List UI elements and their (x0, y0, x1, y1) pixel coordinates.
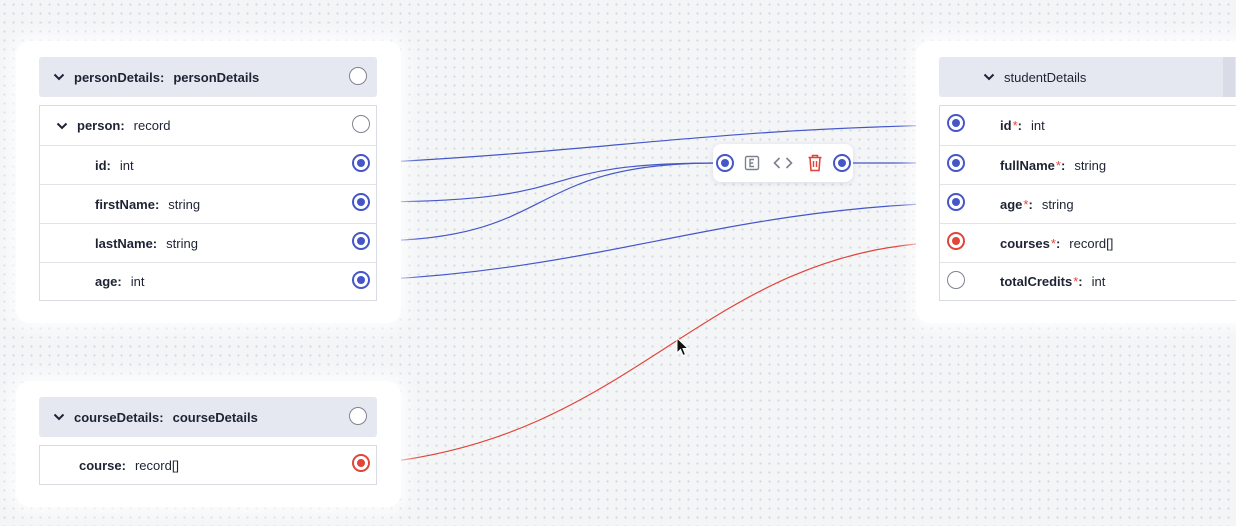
target-key-courses: courses (1000, 235, 1050, 251)
course-details-card: courseDetails: courseDetails course: rec… (16, 381, 401, 507)
target-port-id[interactable] (947, 114, 965, 132)
link-output-port[interactable] (833, 154, 851, 172)
target-colon-age: : (1028, 196, 1033, 212)
chevron-down-icon[interactable] (983, 71, 995, 83)
student-details-title: studentDetails (1004, 69, 1087, 85)
port-age[interactable] (352, 271, 370, 289)
target-type-id: int (1030, 118, 1045, 133)
target-row-id[interactable]: id *: int (940, 106, 1236, 145)
field-type-lastname: string (166, 235, 198, 251)
target-key-id: id (1000, 118, 1012, 133)
expression-icon[interactable] (742, 153, 762, 173)
field-key-age: age: (95, 274, 122, 289)
cursor-icon (676, 337, 690, 357)
target-key-totalcredits: totalCredits (1000, 274, 1073, 289)
field-type-id: int (119, 157, 134, 173)
person-record-type: record (133, 118, 171, 133)
target-type-age: string (1041, 196, 1074, 212)
target-colon-id: : (1017, 118, 1022, 133)
person-details-card: personDetails: personDetails person: rec… (16, 41, 401, 323)
link-input-port[interactable] (716, 154, 734, 172)
target-row-courses[interactable]: courses *: record[] (940, 223, 1236, 262)
field-key-firstname: firstName: (95, 196, 160, 212)
delete-icon[interactable] (805, 153, 825, 173)
target-key-age: age (1000, 196, 1023, 212)
student-details-card: studentDetails id *: int fullName *: strin… (916, 41, 1236, 323)
target-type-courses: record[] (1069, 235, 1114, 251)
person-record-row[interactable]: person: record (40, 106, 376, 145)
port-firstname[interactable] (352, 193, 370, 211)
student-details-header[interactable]: studentDetails (939, 57, 1236, 97)
field-type-firstname: string (168, 196, 201, 212)
course-details-fields: course: record[] (39, 445, 377, 485)
field-row-firstname[interactable]: firstName: string (40, 184, 376, 223)
person-record-key: person: (77, 118, 125, 133)
student-details-fields: id *: int fullName *: string age *: string … (939, 105, 1236, 301)
person-details-type: personDetails (173, 69, 260, 85)
field-type-course: record[] (134, 457, 180, 473)
field-row-id[interactable]: id: int (40, 145, 376, 184)
code-icon[interactable] (773, 153, 793, 173)
target-colon-totalcredits: : (1078, 274, 1083, 289)
course-details-header[interactable]: courseDetails: courseDetails (39, 397, 377, 437)
port-lastname[interactable] (352, 232, 370, 250)
field-row-lastname[interactable]: lastName: string (40, 223, 376, 262)
target-colon-courses: : (1055, 235, 1061, 251)
field-row-age[interactable]: age: int (40, 262, 376, 300)
target-port-courses[interactable] (947, 232, 965, 250)
chevron-down-icon[interactable] (56, 120, 68, 132)
course-details-port[interactable] (349, 407, 367, 425)
field-key-lastname: lastName: (95, 235, 158, 251)
target-type-fullname: string (1074, 157, 1107, 173)
port-id[interactable] (352, 154, 370, 172)
target-port-totalcredits[interactable] (947, 271, 965, 289)
person-details-port[interactable] (349, 67, 367, 85)
course-details-key: courseDetails: (74, 409, 164, 425)
target-port-fullname[interactable] (947, 154, 965, 172)
header-right-handle (1223, 57, 1235, 97)
field-key-id: id: (95, 157, 111, 173)
link-id[interactable] (368, 124, 948, 164)
target-port-age[interactable] (947, 193, 965, 211)
target-type-totalcredits: int (1091, 274, 1106, 289)
chevron-down-icon[interactable] (53, 411, 65, 423)
link-lastname-to-fullname[interactable] (368, 162, 718, 242)
target-row-fullname[interactable]: fullName *: string (940, 145, 1236, 184)
link-age[interactable] (368, 202, 948, 281)
chevron-down-icon[interactable] (53, 71, 65, 83)
field-type-age: int (130, 274, 145, 289)
course-details-type: courseDetails (172, 409, 258, 425)
link-expression-toolbar (713, 144, 853, 182)
target-key-fullname: fullName (1000, 157, 1055, 173)
target-colon-fullname: : (1060, 157, 1066, 173)
person-details-header[interactable]: personDetails: personDetails (39, 57, 377, 97)
target-row-totalcredits[interactable]: totalCredits *: int (940, 262, 1236, 300)
port-course[interactable] (352, 454, 370, 472)
field-row-course[interactable]: course: record[] (40, 446, 376, 484)
person-details-key: personDetails: (74, 69, 165, 85)
link-firstname-to-fullname[interactable] (368, 162, 718, 203)
target-row-age[interactable]: age *: string (940, 184, 1236, 223)
link-course-to-courses[interactable] (368, 241, 948, 465)
person-record-port[interactable] (352, 115, 370, 133)
field-key-course: course: (79, 457, 126, 473)
person-details-fields: person: record id: int firstName: string… (39, 105, 377, 301)
